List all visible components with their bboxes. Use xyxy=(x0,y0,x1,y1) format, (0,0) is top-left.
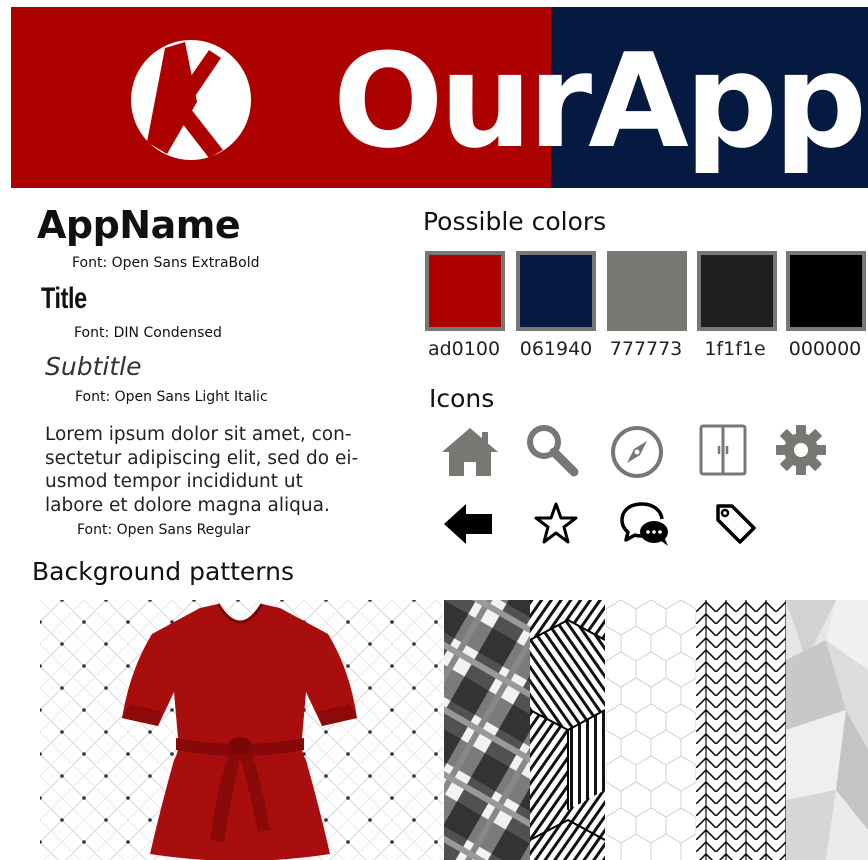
subtitle-font-label: Font: Open Sans Light Italic xyxy=(75,389,268,405)
red-shirt-photo xyxy=(122,603,357,860)
back-arrow-icon[interactable] xyxy=(440,494,500,554)
color-label: 777773 xyxy=(609,338,683,360)
hexagon-pattern xyxy=(606,600,696,860)
color-swatch-ad0100 xyxy=(425,251,505,331)
grey-polygon-pattern xyxy=(786,600,868,860)
plaid-pattern xyxy=(444,600,530,860)
compass-icon xyxy=(611,426,663,478)
color-swatch-000000 xyxy=(786,251,866,331)
title-sample: Title xyxy=(41,282,87,315)
tag-icon[interactable] xyxy=(704,494,764,554)
patterns-heading: Background patterns xyxy=(32,557,294,586)
color-swatch-1f1f1e xyxy=(697,251,777,331)
title-font-label: Font: DIN Condensed xyxy=(74,325,222,341)
icons-heading: Icons xyxy=(429,384,495,413)
color-swatch-061940 xyxy=(516,251,596,331)
search-icon xyxy=(527,425,579,477)
patterns-strip xyxy=(40,600,868,860)
home-icon xyxy=(442,428,498,476)
star-icon[interactable] xyxy=(526,494,586,554)
banner-title: OurApp xyxy=(333,25,867,177)
circle-k-logo-icon xyxy=(131,40,251,160)
app-name-sample: AppName xyxy=(37,203,241,247)
body-font-label: Font: Open Sans Regular xyxy=(77,522,251,538)
color-label: 000000 xyxy=(788,338,862,360)
chat-bubbles-icon[interactable] xyxy=(614,494,674,554)
app-name-font-label: Font: Open Sans ExtraBold xyxy=(72,255,260,271)
colors-heading: Possible colors xyxy=(423,207,607,236)
header-banner: OurApp xyxy=(11,7,868,188)
subtitle-sample: Subtitle xyxy=(45,352,142,381)
body-text-sample: Lorem ipsum dolor sit amet, con- sectetu… xyxy=(45,424,359,516)
color-swatch-777773 xyxy=(607,251,687,331)
gear-icon xyxy=(776,425,826,475)
color-label: ad0100 xyxy=(427,338,501,360)
herringbone-pattern xyxy=(696,600,786,860)
color-label: 1f1f1e xyxy=(704,338,766,360)
wardrobe-icon xyxy=(699,424,747,476)
striped-cubes-pattern xyxy=(530,600,605,860)
color-label: 061940 xyxy=(519,338,593,360)
